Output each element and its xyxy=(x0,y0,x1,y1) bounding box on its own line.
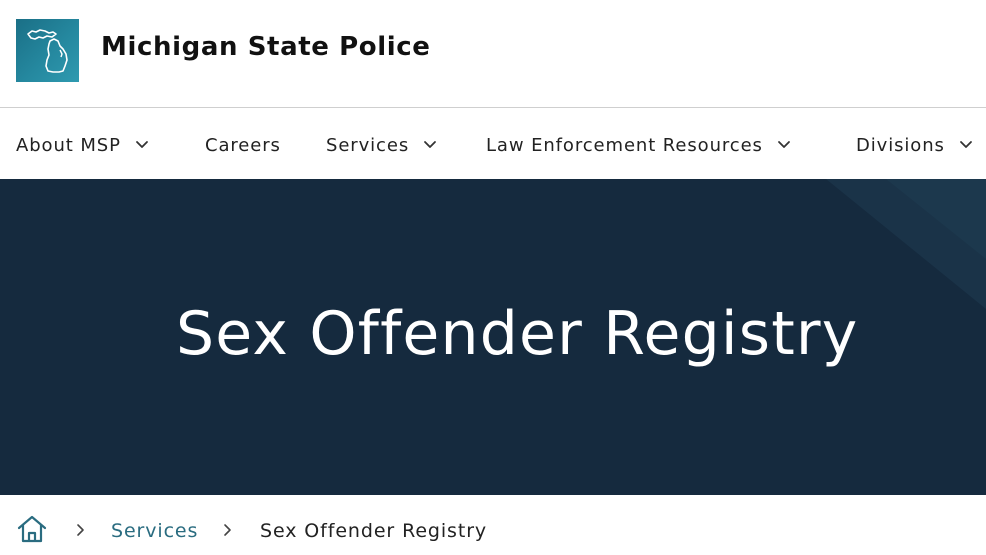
nav-item-label: Careers xyxy=(205,134,281,156)
michigan-map-icon xyxy=(27,29,68,73)
hero-decoration xyxy=(826,179,986,309)
breadcrumb: Services Sex Offender Registry xyxy=(0,495,986,555)
chevron-right-icon xyxy=(77,524,84,536)
breadcrumb-current: Sex Offender Registry xyxy=(260,520,488,542)
site-logo[interactable] xyxy=(16,19,79,82)
nav-item-label: Services xyxy=(326,134,410,156)
chevron-right-icon xyxy=(224,524,231,536)
nav-item-careers[interactable]: Careers xyxy=(205,133,281,157)
nav-item-about-msp[interactable]: About MSP xyxy=(16,133,149,157)
chevron-down-icon xyxy=(135,141,148,148)
nav-item-divisions[interactable]: Divisions xyxy=(856,133,973,157)
nav-item-label: Law Enforcement Resources xyxy=(486,134,763,156)
site-header: Michigan State Police xyxy=(0,0,986,108)
site-title[interactable]: Michigan State Police xyxy=(101,32,431,62)
home-icon[interactable] xyxy=(16,514,48,544)
page-title: Sex Offender Registry xyxy=(176,299,859,369)
nav-item-label: About MSP xyxy=(16,134,121,156)
chevron-down-icon xyxy=(424,141,437,148)
page: Michigan State Police About MSP Careers … xyxy=(0,0,986,555)
main-nav: About MSP Careers Services Law Enforceme… xyxy=(0,109,986,179)
breadcrumb-link-services[interactable]: Services xyxy=(111,520,198,542)
hero-banner: Sex Offender Registry xyxy=(0,179,986,495)
nav-item-label: Divisions xyxy=(856,134,945,156)
nav-item-law-enforcement-resources[interactable]: Law Enforcement Resources xyxy=(486,133,791,157)
chevron-down-icon xyxy=(777,141,790,148)
nav-item-services[interactable]: Services xyxy=(326,133,437,157)
chevron-down-icon xyxy=(959,141,972,148)
